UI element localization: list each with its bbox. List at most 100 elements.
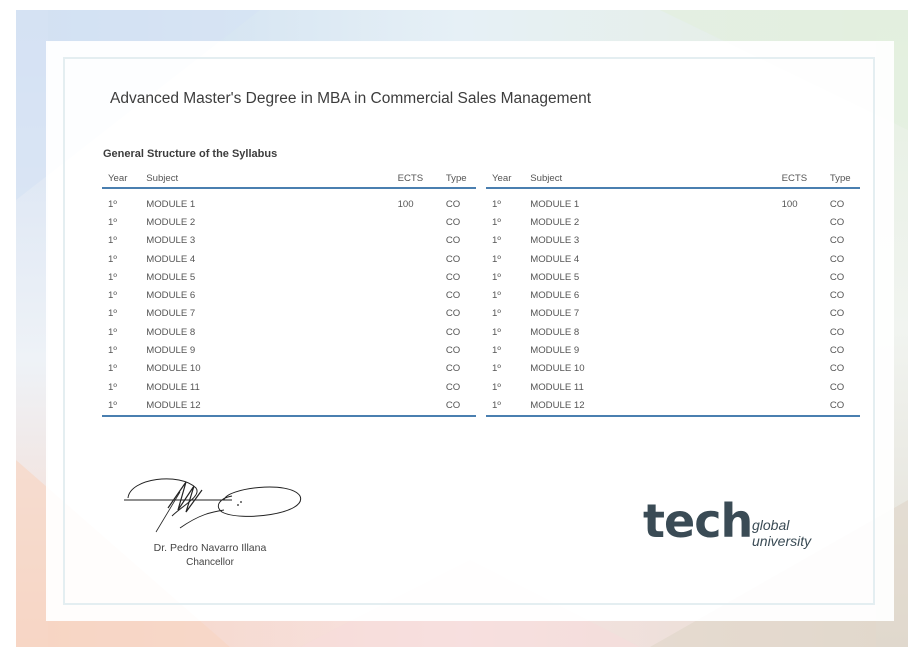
cell-type: CO xyxy=(827,396,860,417)
cell-subject: MODULE 11 xyxy=(530,381,584,393)
tech-logo-word: tech xyxy=(643,494,753,548)
cell-type: CO xyxy=(445,345,461,357)
cell-type: CO xyxy=(445,308,461,320)
cell-type: CO xyxy=(829,381,845,393)
cell-type: CO xyxy=(829,290,845,302)
cell-subject: MODULE 8 xyxy=(530,326,580,338)
logo-subtitle-global: global xyxy=(752,517,790,533)
cell-subject: MODULE 6 xyxy=(530,290,580,302)
cell-type: CO xyxy=(445,381,461,393)
cell-year: 1º xyxy=(492,216,501,228)
cell-type: CO xyxy=(445,271,461,283)
cell-subject: MODULE 2 xyxy=(530,216,580,228)
header-ects: ECTS xyxy=(779,170,828,189)
cell-year: 1º xyxy=(108,345,117,357)
cell-year: 1º xyxy=(492,198,501,210)
cell-ects xyxy=(780,341,828,359)
cell-ects xyxy=(780,378,828,396)
syllabus-heading: General Structure of the Syllabus xyxy=(103,148,278,160)
table-row: 1º MODULE 4 CO xyxy=(486,250,860,268)
cell-subject: MODULE 10 xyxy=(530,363,585,375)
cell-ects xyxy=(780,250,828,268)
certificate-title: Advanced Master's Degree in MBA in Comme… xyxy=(110,90,592,107)
cell-year: 1º xyxy=(492,290,501,302)
cell-subject: MODULE 7 xyxy=(146,308,196,320)
cell-ects xyxy=(396,360,444,378)
cell-type: CO xyxy=(445,253,461,265)
signer-name: Dr. Pedro Navarro Illana xyxy=(153,542,267,554)
cell-subject: MODULE 7 xyxy=(530,308,580,320)
signature-image xyxy=(124,478,301,533)
table-row: 1º MODULE 7 CO xyxy=(102,305,476,323)
cell-subject: MODULE 10 xyxy=(146,363,201,375)
header-year: Year xyxy=(486,170,529,189)
header-type: Type xyxy=(827,170,860,189)
table-row: 1º MODULE 1 100 CO xyxy=(102,195,476,213)
header-type: Type xyxy=(443,170,476,189)
table-spacer xyxy=(486,188,860,195)
cell-ects xyxy=(779,396,828,417)
table-row: 1º MODULE 11 CO xyxy=(102,378,476,396)
table-row: 1º MODULE 9 CO xyxy=(102,341,476,359)
cell-subject: MODULE 12 xyxy=(144,396,396,417)
cell-ects xyxy=(396,232,444,250)
cell-subject: MODULE 4 xyxy=(146,253,196,265)
cell-ects xyxy=(780,323,828,341)
table-row: 1º MODULE 1 100 CO xyxy=(486,195,860,213)
cell-type: CO xyxy=(445,326,461,338)
table-row: 1º MODULE 6 CO xyxy=(486,286,860,304)
cell-year: 1º xyxy=(102,396,145,417)
cell-type: CO xyxy=(829,326,845,338)
cell-year: 1º xyxy=(108,308,117,320)
header-ects: ECTS xyxy=(395,170,444,189)
cell-subject: MODULE 3 xyxy=(530,235,580,247)
cell-type: CO xyxy=(445,290,461,302)
logo-accent-icon xyxy=(719,505,725,511)
table-row: 1º MODULE 3 CO xyxy=(102,232,476,250)
cell-type: CO xyxy=(829,271,845,283)
cell-subject: MODULE 1 xyxy=(146,198,196,210)
cell-year: 1º xyxy=(492,235,501,247)
cell-type: CO xyxy=(829,345,845,357)
table-row: 1º MODULE 8 CO xyxy=(102,323,476,341)
cell-type: CO xyxy=(829,235,845,247)
cell-ects xyxy=(780,213,828,231)
cell-subject: MODULE 12 xyxy=(528,396,780,417)
table-spacer xyxy=(102,188,476,195)
cell-year: 1º xyxy=(492,271,501,283)
cell-year: 1º xyxy=(486,396,529,417)
cell-year: 1º xyxy=(108,381,117,393)
cell-year: 1º xyxy=(108,271,117,283)
cell-year: 1º xyxy=(492,253,501,265)
cell-type: CO xyxy=(445,235,461,247)
cell-year: 1º xyxy=(108,216,117,228)
syllabus-table-left: Year Subject ECTS Type 1º MODULE 1 100 CO 1º… xyxy=(102,170,476,417)
table-row: 1º MODULE 12 CO xyxy=(102,396,476,417)
cell-type: CO xyxy=(829,363,845,375)
syllabus-rows-right: 1º MODULE 1 100 CO 1º MODULE 2 CO 1º MODULE 3 CO 1… xyxy=(486,188,860,417)
cell-ects xyxy=(396,268,444,286)
syllabus-rows-left: 1º MODULE 1 100 CO 1º MODULE 2 CO 1º MODULE 3 CO 1… xyxy=(102,188,476,417)
cell-ects: 100 xyxy=(397,198,414,210)
cell-subject: MODULE 5 xyxy=(530,271,580,283)
table-row: 1º MODULE 10 CO xyxy=(102,360,476,378)
cell-ects xyxy=(395,396,444,417)
cell-ects xyxy=(780,360,828,378)
table-row: 1º MODULE 12 CO xyxy=(486,396,860,417)
cell-type: CO xyxy=(829,308,845,320)
cell-year: 1º xyxy=(108,363,117,375)
cell-type: CO xyxy=(829,216,845,228)
table-row: 1º MODULE 6 CO xyxy=(102,286,476,304)
table-row: 1º MODULE 9 CO xyxy=(486,341,860,359)
cell-subject: MODULE 11 xyxy=(146,381,200,393)
cell-subject: MODULE 9 xyxy=(146,345,196,357)
cell-year: 1º xyxy=(492,345,501,357)
cell-subject: MODULE 5 xyxy=(146,271,196,283)
cell-year: 1º xyxy=(492,381,501,393)
cell-ects xyxy=(780,268,828,286)
cell-subject: MODULE 4 xyxy=(530,253,580,265)
cell-subject: MODULE 2 xyxy=(146,216,196,228)
table-row: 1º MODULE 5 CO xyxy=(102,268,476,286)
table-row: 1º MODULE 11 CO xyxy=(486,378,860,396)
cell-year: 1º xyxy=(108,290,117,302)
